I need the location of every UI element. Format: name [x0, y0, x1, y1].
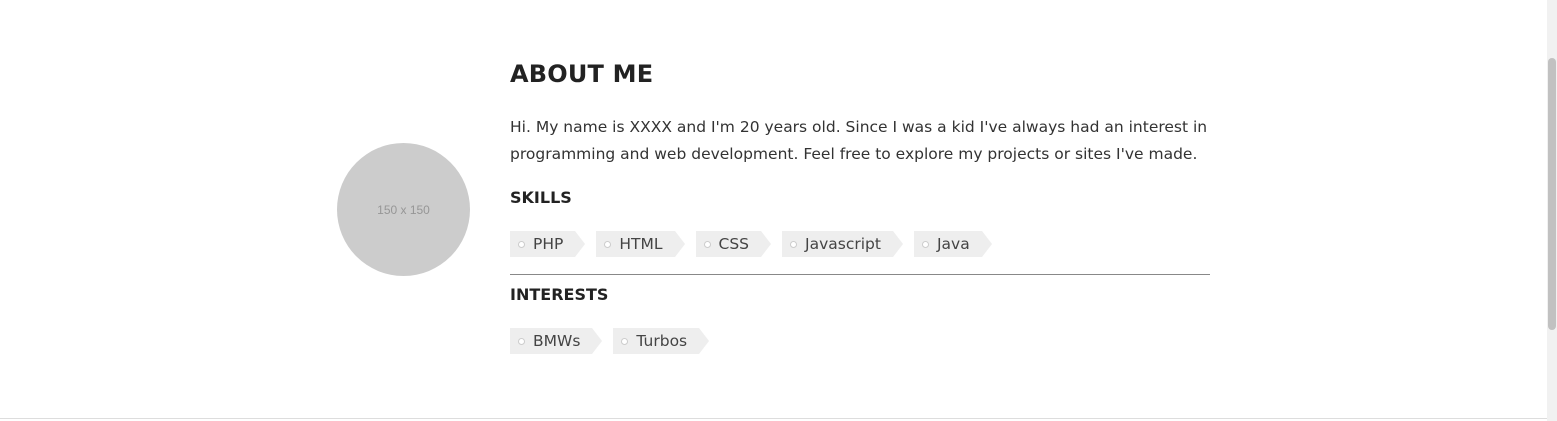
page-scrollbar[interactable] — [1547, 0, 1557, 421]
intro-paragraph: Hi. My name is XXXX and I'm 20 years old… — [510, 118, 1208, 163]
tag-hole-icon — [621, 337, 629, 345]
interests-tag-list: BMWs Turbos — [510, 328, 709, 354]
footer-divider — [0, 418, 1547, 419]
avatar-placeholder: 150 x 150 — [337, 143, 470, 276]
scrollbar-thumb[interactable] — [1548, 58, 1556, 330]
tag-hole-icon — [518, 240, 525, 248]
skill-tag[interactable]: HTML — [596, 231, 685, 257]
interest-tag[interactable]: BMWs — [510, 328, 603, 354]
page: 150 x 150 ABOUT ME Hi. My name is XXXX a… — [0, 0, 1557, 421]
page-title: ABOUT ME — [510, 60, 654, 88]
interest-tag-label: BMWs — [533, 332, 581, 350]
section-divider — [510, 274, 1210, 275]
tag-hole-icon — [518, 337, 525, 345]
skills-tag-list: PHP HTML CSS Javascript Java — [510, 231, 992, 257]
skill-tag[interactable]: Java — [913, 231, 992, 257]
tag-hole-icon — [921, 240, 929, 248]
avatar-placeholder-text: 150 x 150 — [377, 202, 430, 217]
skill-tag[interactable]: PHP — [510, 231, 586, 257]
skill-tag-label: HTML — [619, 235, 663, 253]
skill-tag[interactable]: CSS — [695, 231, 771, 257]
skill-tag[interactable]: Javascript — [782, 231, 903, 257]
interest-tag-label: Turbos — [636, 332, 688, 350]
skill-tag-label: Javascript — [805, 235, 881, 253]
skills-heading: SKILLS — [510, 188, 572, 207]
skill-tag-label: PHP — [533, 235, 564, 253]
tag-hole-icon — [703, 240, 711, 248]
interest-tag[interactable]: Turbos — [613, 328, 709, 354]
tag-hole-icon — [790, 240, 798, 248]
skill-tag-label: Java — [936, 235, 970, 253]
tag-hole-icon — [604, 240, 612, 248]
interests-heading: INTERESTS — [510, 285, 609, 304]
skill-tag-label: CSS — [718, 235, 750, 253]
